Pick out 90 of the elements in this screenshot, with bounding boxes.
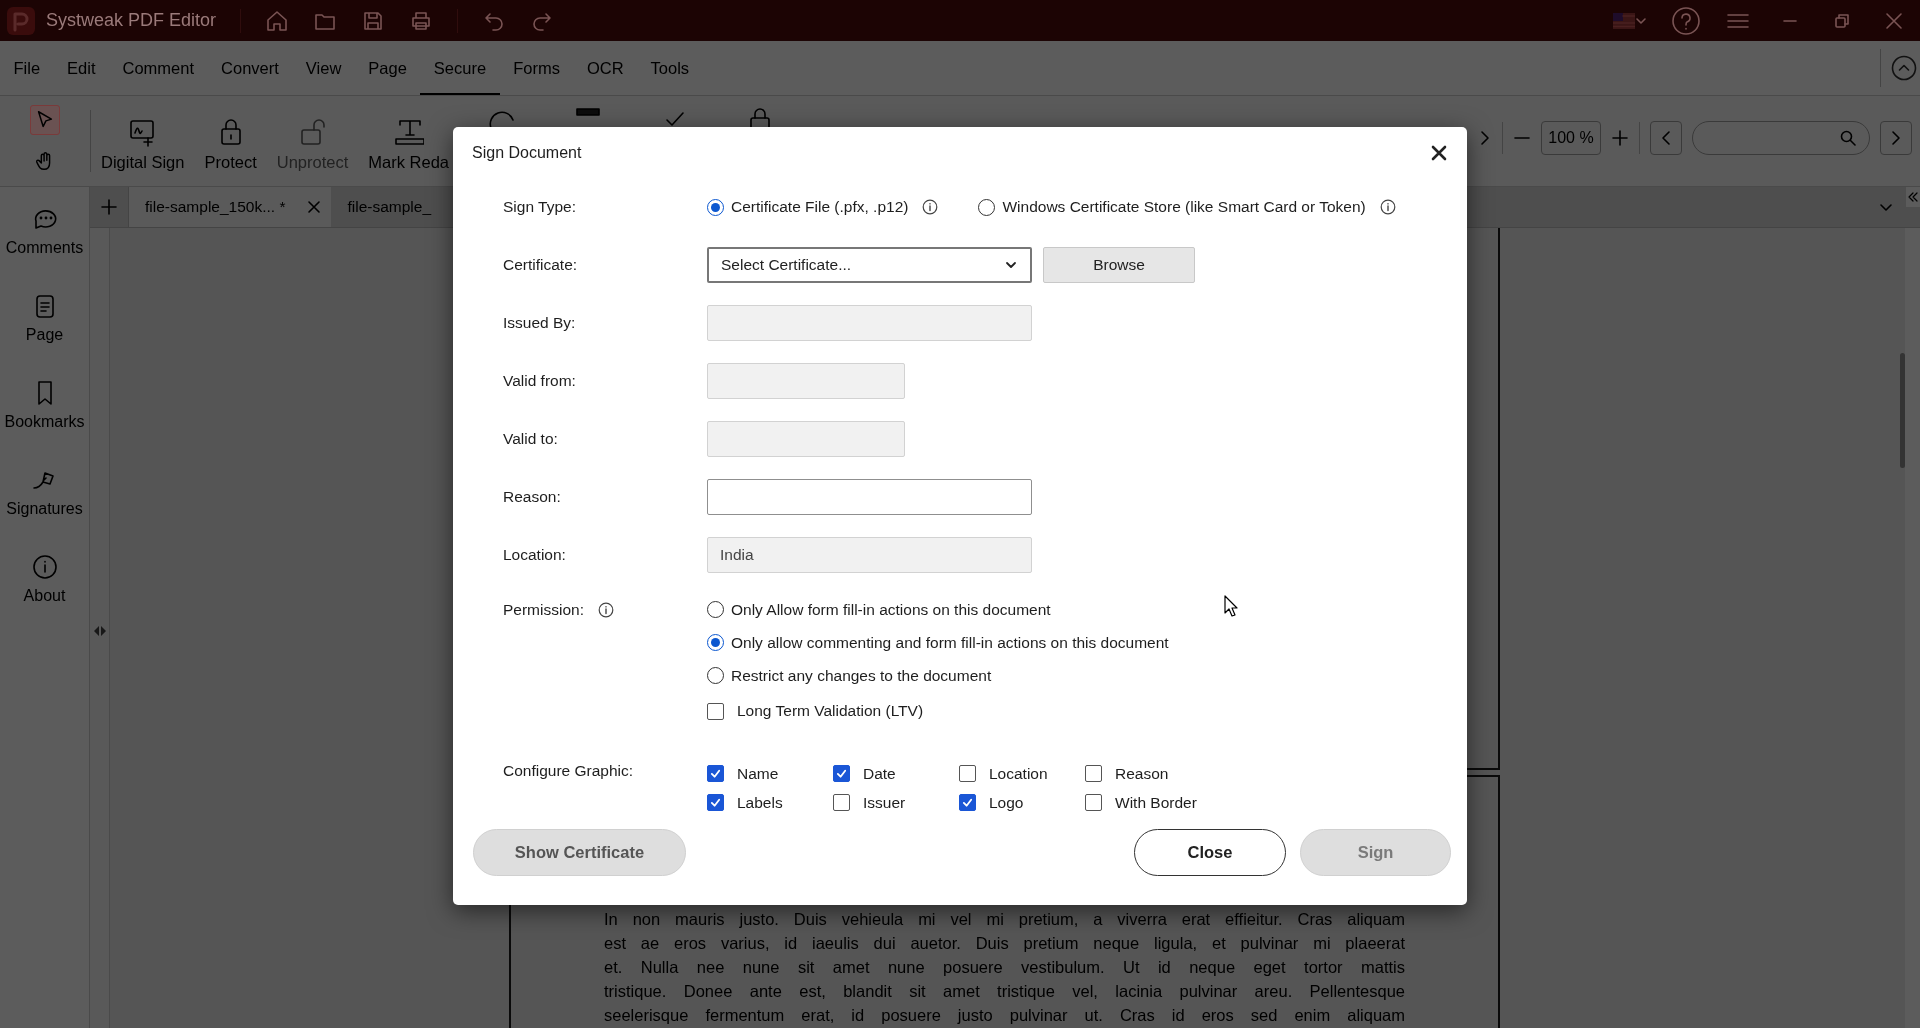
field-label: Issued By:: [503, 314, 577, 332]
zoom-field[interactable]: 100 %: [1541, 121, 1601, 155]
checkbox[interactable]: [959, 765, 976, 782]
checkbox[interactable]: [1085, 794, 1102, 811]
dialog-button[interactable]: Close: [1134, 829, 1286, 876]
toolbar-button[interactable]: Mark Reda: [358, 96, 459, 186]
checkbox-label[interactable]: Labels: [737, 793, 783, 812]
info-icon: [30, 552, 59, 581]
toolbar-button[interactable]: Digital Sign: [91, 96, 195, 186]
field-label: Valid to:: [503, 430, 559, 448]
cursor-icon: [1224, 595, 1238, 617]
checkbox-label[interactable]: Location: [989, 764, 1048, 783]
checkbox[interactable]: [707, 765, 724, 782]
scrollbar-thumb[interactable]: [1900, 353, 1905, 468]
home-icon[interactable]: [265, 8, 290, 33]
option-label[interactable]: Restrict any changes to the document: [731, 666, 992, 685]
checkbox[interactable]: [959, 794, 976, 811]
field-label: Sign Type:: [503, 198, 577, 216]
double-chevron-icon: [1908, 192, 1918, 202]
field-label: Reason:: [503, 488, 562, 506]
app-title: Systweak PDF Editor: [46, 10, 217, 31]
tick-icon: [710, 797, 721, 808]
menu-item[interactable]: Page: [354, 41, 421, 95]
collapse-panel-button[interactable]: [1906, 187, 1920, 207]
checkbox-label[interactable]: Issuer: [863, 793, 906, 812]
info-icon[interactable]: [597, 601, 614, 618]
text-line: seelerisque fermentum erat, id posuere justo pulvinar ut. Cras id eros sed enim aliquam: [604, 1005, 1405, 1026]
menu-item[interactable]: File: [0, 41, 54, 95]
menu-item[interactable]: Edit: [53, 41, 110, 95]
sidebar-item[interactable]: Bookmarks: [0, 361, 89, 448]
checkbox-label[interactable]: Reason: [1115, 764, 1169, 783]
menu-item[interactable]: Tools: [637, 41, 703, 95]
checkbox-label[interactable]: Date: [863, 764, 896, 783]
dialog-title: Sign Document: [472, 143, 582, 162]
option-label[interactable]: Windows Certificate Store (like Smart Card or Token): [1002, 198, 1366, 216]
sidebar-item[interactable]: About: [0, 535, 89, 622]
plus-icon: [101, 199, 117, 215]
tick-icon: [710, 768, 721, 779]
field-label: Configure Graphic:: [503, 760, 635, 781]
tick-icon: [962, 797, 973, 808]
option-label[interactable]: Only Allow form fill-in actions on this document: [731, 600, 1051, 619]
chevron-right-icon: [1889, 129, 1903, 147]
collapse-icon[interactable]: [1891, 55, 1917, 81]
field-label: Permission:: [503, 600, 584, 619]
menu-item[interactable]: Convert: [207, 41, 293, 95]
menu-item[interactable]: OCR: [573, 41, 638, 95]
field-label: Location:: [503, 546, 567, 564]
text-line: In non mauris justo. Duis vehieula mi vel mi pretium, a viverra erat effieitur. Cras aliquam: [604, 909, 1405, 930]
help-icon[interactable]: [1671, 5, 1701, 36]
checkbox-label[interactable]: Name: [737, 764, 779, 783]
splitter-icon[interactable]: [92, 625, 107, 637]
certificate-dropdown[interactable]: Select Certificate...: [707, 247, 1032, 283]
checkbox-label[interactable]: With Border: [1115, 793, 1197, 812]
sidebar-item[interactable]: Signatures: [0, 448, 89, 535]
info-icon[interactable]: [1379, 199, 1396, 215]
text-line: tristique. Donee ante est, blandit sit amet tristique vel, lacinia pulvinar areu. Pellentesque: [604, 981, 1405, 1002]
logo-icon: [6, 5, 36, 36]
text-field[interactable]: [707, 479, 1032, 515]
menu-item[interactable]: Comment: [109, 41, 208, 95]
browse-button[interactable]: Browse: [1043, 247, 1195, 283]
checkbox[interactable]: [707, 702, 724, 720]
option-label[interactable]: Certificate File (.pfx, .p12): [731, 198, 909, 216]
field-label: Valid from:: [503, 372, 577, 390]
text-line: et. Nulla nee nune sit amet nune posuere vestibulum. Ut id neque eget tortor mattis: [604, 957, 1405, 978]
zoom-in-icon[interactable]: [1611, 129, 1629, 147]
info-icon[interactable]: [922, 199, 939, 215]
tick-icon: [836, 768, 847, 779]
sidebar-item[interactable]: Comments: [0, 187, 89, 274]
checkbox-label[interactable]: Logo: [989, 793, 1024, 812]
checkbox-label[interactable]: Long Term Validation (LTV): [737, 702, 924, 720]
previous-button[interactable]: [1650, 121, 1682, 155]
menu-item[interactable]: Forms: [499, 41, 574, 95]
checkbox[interactable]: [1085, 765, 1102, 782]
checkbox[interactable]: [833, 794, 850, 811]
chevron-left-icon: [1659, 129, 1673, 147]
toolbar-button[interactable]: Protect: [194, 96, 267, 186]
document-tab[interactable]: file-sample_150k... *: [129, 187, 332, 227]
search-icon: [1839, 129, 1857, 147]
field-label: Certificate:: [503, 256, 579, 274]
menu-item[interactable]: View: [292, 41, 355, 95]
chevron-right-icon[interactable]: [1478, 129, 1492, 147]
checkbox[interactable]: [833, 765, 850, 782]
checkbox[interactable]: [707, 794, 724, 811]
text-line: est ae eros varius, id iaeulis dui auetor. Duis pretium neque ligula, et pulvinar mi plaeerat: [604, 933, 1405, 954]
next-button[interactable]: [1880, 121, 1912, 155]
pointer-tool[interactable]: [30, 105, 60, 135]
close-icon[interactable]: [1431, 144, 1447, 161]
restore-icon[interactable]: [1834, 12, 1850, 29]
option-label[interactable]: Only allow commenting and form fill-in actions on this document: [731, 633, 1169, 652]
sidebar-item[interactable]: Page: [0, 274, 89, 361]
